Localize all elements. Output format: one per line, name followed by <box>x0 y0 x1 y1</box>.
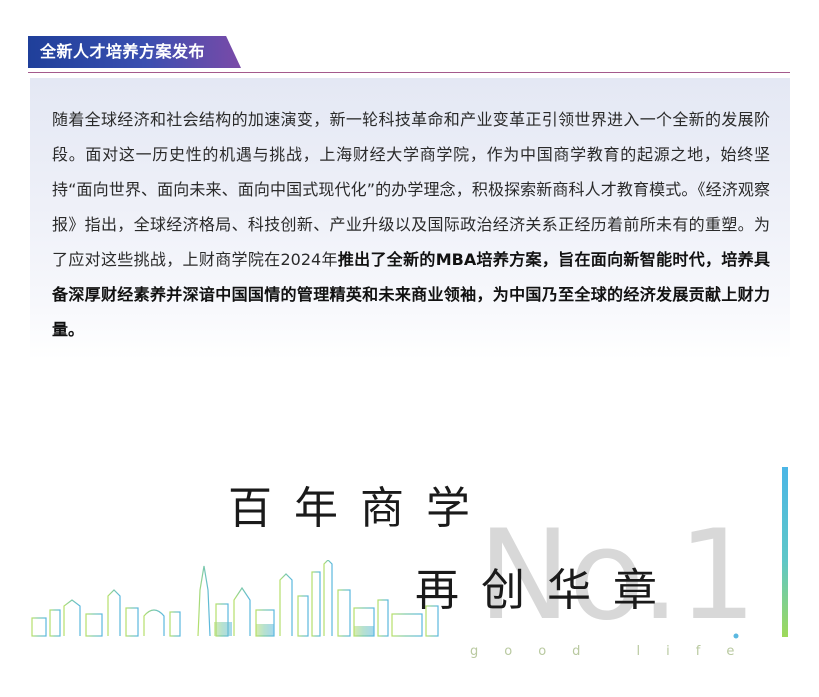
banner: No.1 百年商学 再创华章 good life <box>0 440 819 697</box>
paragraph-text: 随着全球经济和社会结构的加速演变，新一轮科技革命和产业变革正引领世界进入一个全新… <box>52 110 770 269</box>
section-title-tag: 全新人才培养方案发布 <box>28 36 241 68</box>
tagline: good life <box>470 644 761 659</box>
accent-bar <box>782 467 788 637</box>
page: 全新人才培养方案发布 随着全球经济和社会结构的加速演变，新一轮科技革命和产业变革… <box>0 0 819 697</box>
section-divider <box>28 72 790 73</box>
section-title: 全新人才培养方案发布 <box>40 42 206 61</box>
headline-line-1: 百年商学 <box>228 483 492 534</box>
article-card: 随着全球经济和社会结构的加速演变，新一轮科技革命和产业变革正引领世界进入一个全新… <box>30 78 790 360</box>
headline-line-2: 再创华章 <box>415 565 679 616</box>
article-paragraph: 随着全球经济和社会结构的加速演变，新一轮科技革命和产业变革正引领世界进入一个全新… <box>52 102 770 347</box>
